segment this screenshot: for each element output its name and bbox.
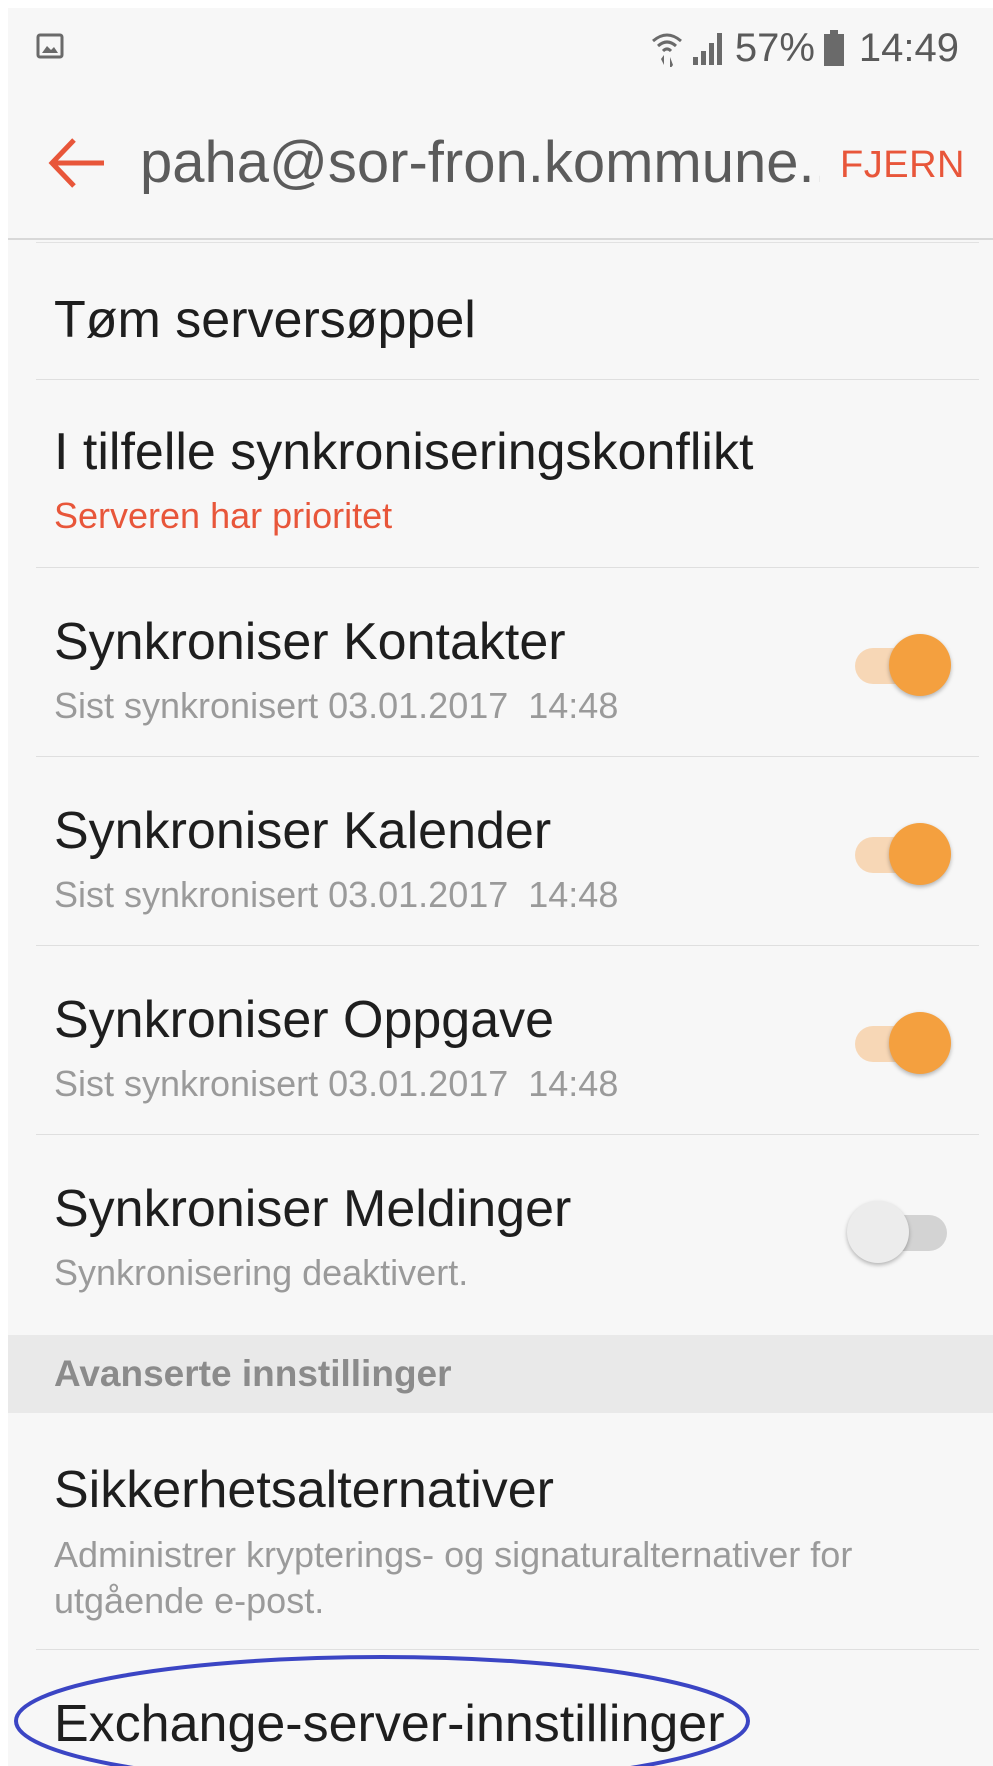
setting-sync-messages[interactable]: Synkroniser Meldinger Synkronisering dea… xyxy=(36,1135,979,1335)
setting-subtitle: Synkronisering deaktivert. xyxy=(54,1252,469,1293)
setting-subtitle: Sist synkronisert 03.01.2017 14:48 xyxy=(54,685,619,726)
action-bar: paha@sor-fron.kommune... FJERN xyxy=(8,88,993,240)
setting-sync-conflict[interactable]: I tilfelle synkroniseringskonflikt Serve… xyxy=(36,380,979,568)
gallery-icon xyxy=(36,33,64,59)
setting-sync-contacts[interactable]: Synkroniser Kontakter Sist synkronisert … xyxy=(36,568,979,757)
setting-exchange-server[interactable]: Exchange-server-innstillinger xyxy=(36,1650,979,1766)
setting-title: Synkroniser Meldinger xyxy=(54,1180,572,1238)
setting-title: Tøm serversøppel xyxy=(54,291,476,349)
account-title: paha@sor-fron.kommune... xyxy=(140,130,820,195)
toggle-switch[interactable] xyxy=(845,628,955,698)
toggle-knob xyxy=(889,823,951,885)
battery-percent: 57% xyxy=(734,25,815,70)
status-bar: 57% 14:49 xyxy=(8,8,993,88)
toggle-switch[interactable] xyxy=(845,1195,955,1265)
setting-empty-trash[interactable]: Tøm serversøppel xyxy=(36,244,979,380)
section-header-advanced: Avanserte innstillinger xyxy=(8,1335,993,1413)
clock: 14:49 xyxy=(858,25,959,70)
signal-icon xyxy=(692,33,722,65)
setting-title: I tilfelle synkroniseringskonflikt xyxy=(54,423,754,481)
setting-description-line2: utgående e-post. xyxy=(54,1580,325,1621)
battery-icon xyxy=(823,30,844,66)
setting-description-line1: Administrer krypterings- og signaturalte… xyxy=(54,1534,853,1575)
remove-button[interactable]: FJERN xyxy=(840,138,965,192)
setting-title: Sikkerhetsalternativer xyxy=(54,1461,554,1519)
setting-title: Synkroniser Kalender xyxy=(54,802,552,860)
status-right: 57% 14:49 xyxy=(651,26,959,70)
section-header-label: Avanserte innstillinger xyxy=(54,1353,452,1394)
setting-title: Exchange-server-innstillinger xyxy=(54,1695,725,1753)
setting-sync-tasks[interactable]: Synkroniser Oppgave Sist synkronisert 03… xyxy=(36,946,979,1135)
toggle-knob xyxy=(889,1012,951,1074)
toggle-switch[interactable] xyxy=(845,817,955,887)
toggle-switch[interactable] xyxy=(845,1006,955,1076)
setting-value: Serveren har prioritet xyxy=(54,495,393,536)
setting-subtitle: Sist synkronisert 03.01.2017 14:48 xyxy=(54,874,619,915)
setting-title: Synkroniser Kontakter xyxy=(54,613,566,671)
screen: 57% 14:49 paha@sor-fron.kommune... FJERN… xyxy=(8,8,993,1766)
setting-sync-calendar[interactable]: Synkroniser Kalender Sist synkronisert 0… xyxy=(36,757,979,946)
divider xyxy=(36,242,979,243)
toggle-knob xyxy=(847,1201,909,1263)
setting-subtitle: Sist synkronisert 03.01.2017 14:48 xyxy=(54,1063,619,1104)
back-arrow-icon[interactable] xyxy=(42,128,112,198)
wifi-icon xyxy=(651,33,682,67)
setting-security-options[interactable]: Sikkerhetsalternativer Administrer krypt… xyxy=(36,1414,979,1650)
setting-title: Synkroniser Oppgave xyxy=(54,991,555,1049)
toggle-knob xyxy=(889,634,951,696)
